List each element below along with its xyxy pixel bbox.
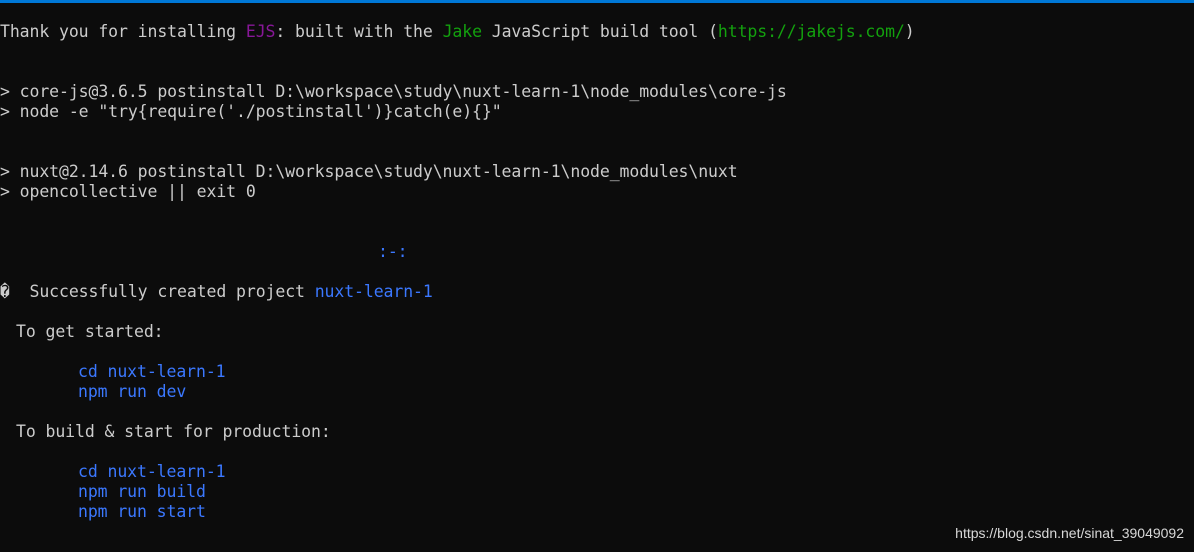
- nuxt-postinstall-line: > nuxt@2.14.6 postinstall D:\workspace\s…: [0, 162, 738, 181]
- nuxt-logo-ascii: :-:: [378, 242, 408, 261]
- production-command-start: npm run start: [78, 502, 206, 521]
- get-started-command-cd: cd nuxt-learn-1: [78, 362, 226, 381]
- party-icon: �: [0, 282, 10, 301]
- ejs-text-3: JavaScript build tool (: [481, 22, 718, 41]
- project-name: nuxt-learn-1: [314, 282, 433, 301]
- success-line: � Successfully created project nuxt-lear…: [0, 282, 1194, 302]
- production-command-build: npm run build: [78, 482, 206, 501]
- corejs-postinstall-line: > core-js@3.6.5 postinstall D:\workspace…: [0, 82, 787, 101]
- ejs-name: EJS: [245, 22, 276, 41]
- get-started-heading: To get started:: [16, 322, 164, 341]
- corejs-command-line: > node -e "try{require('./postinstall')}…: [0, 102, 502, 121]
- jake-url-link[interactable]: https://jakejs.com/: [718, 22, 905, 41]
- ejs-text-1: Thank you for installing: [0, 22, 246, 41]
- jake-name: Jake: [442, 22, 482, 41]
- ejs-thanks-line: Thank you for installing EJS: built with…: [0, 22, 1194, 42]
- get-started-command-dev: npm run dev: [78, 382, 187, 401]
- csdn-watermark: https://blog.csdn.net/sinat_39049092: [955, 525, 1184, 541]
- ejs-text-4: ): [904, 22, 915, 41]
- production-heading: To build & start for production:: [16, 422, 331, 441]
- terminal-output[interactable]: Thank you for installing EJS: built with…: [0, 0, 1194, 552]
- success-text: Successfully created project: [9, 282, 315, 301]
- nuxt-command-line: > opencollective || exit 0: [0, 182, 256, 201]
- ejs-text-2: : built with the: [275, 22, 443, 41]
- production-command-cd: cd nuxt-learn-1: [78, 462, 226, 481]
